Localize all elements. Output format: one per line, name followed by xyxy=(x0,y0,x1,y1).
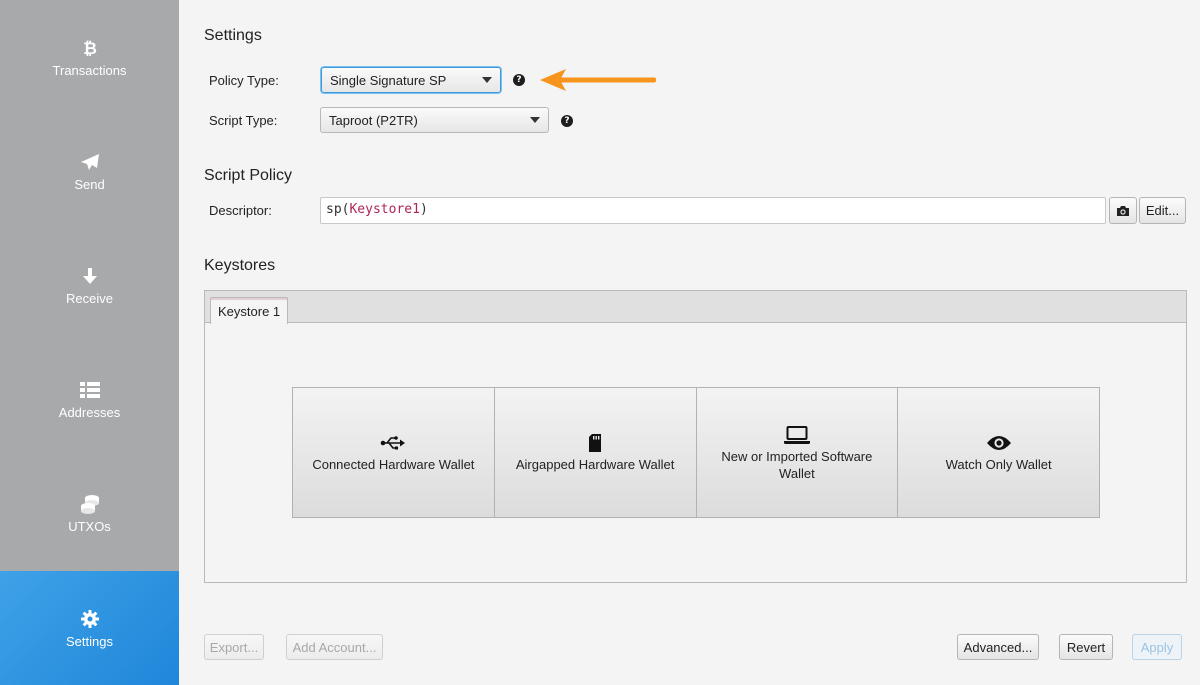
settings-title: Settings xyxy=(204,27,262,44)
sidebar-item-addresses[interactable]: Addresses xyxy=(0,342,179,456)
svg-text:₿: ₿ xyxy=(83,39,97,57)
sidebar-item-label: Receive xyxy=(66,290,113,306)
script-type-value: Taproot (P2TR) xyxy=(329,112,418,128)
camera-button[interactable] xyxy=(1109,197,1137,224)
keystore-import-options: Connected Hardware Wallet Airgapped Hard… xyxy=(292,387,1100,518)
airgapped-hardware-wallet-button[interactable]: Airgapped Hardware Wallet xyxy=(494,388,697,517)
sidebar-item-label: Send xyxy=(74,176,105,192)
edit-descriptor-button[interactable]: Edit... xyxy=(1139,197,1186,224)
keystores-tab-pane: Keystore 1 Connected Hardware Wallet Air… xyxy=(204,290,1187,583)
eye-icon xyxy=(986,432,1012,454)
laptop-icon xyxy=(783,424,810,446)
keystores-title: Keystores xyxy=(204,257,276,274)
tab-keystore-1[interactable]: Keystore 1 xyxy=(210,297,289,324)
connected-hardware-wallet-button[interactable]: Connected Hardware Wallet xyxy=(293,388,495,517)
advanced-button[interactable]: Advanced... xyxy=(957,634,1039,660)
sidebar-item-settings[interactable]: Settings xyxy=(0,571,179,685)
chevron-down-icon xyxy=(482,77,492,83)
policy-type-select[interactable]: Single Signature SP xyxy=(321,67,501,93)
script-policy-title: Script Policy xyxy=(204,167,293,184)
coins-icon xyxy=(78,493,102,515)
export-button[interactable]: Export... xyxy=(204,634,264,660)
descriptor-close: ) xyxy=(419,202,428,217)
paper-plane-icon xyxy=(78,151,102,173)
help-icon[interactable]: ? xyxy=(513,74,525,86)
policy-type-label: Policy Type: xyxy=(209,73,279,88)
keystores-tab-strip: Keystore 1 xyxy=(205,291,1186,324)
descriptor-label: Descriptor: xyxy=(209,203,272,218)
list-icon xyxy=(78,379,102,401)
tab-label: Keystore 1 xyxy=(218,303,281,319)
apply-button[interactable]: Apply xyxy=(1132,634,1182,660)
descriptor-input[interactable]: sp(Keystore1) xyxy=(320,197,1106,224)
import-option-label: Airgapped Hardware Wallet xyxy=(515,457,675,472)
usb-icon xyxy=(380,432,406,454)
import-option-label: Watch Only Wallet xyxy=(945,457,1052,472)
annotation-arrow xyxy=(540,69,656,91)
sidebar-item-send[interactable]: Send xyxy=(0,114,179,228)
bitcoin-icon: ₿ xyxy=(78,37,102,59)
add-account-button[interactable]: Add Account... xyxy=(286,634,383,660)
revert-button[interactable]: Revert xyxy=(1059,634,1113,660)
new-or-imported-software-wallet-button[interactable]: New or Imported Software Wallet xyxy=(696,388,899,517)
help-icon[interactable]: ? xyxy=(561,115,573,127)
sidebar-item-utxos[interactable]: UTXOs xyxy=(0,456,179,570)
arrow-down-icon xyxy=(78,265,102,287)
sd-card-icon xyxy=(588,432,602,454)
watch-only-wallet-button[interactable]: Watch Only Wallet xyxy=(898,388,1099,517)
gear-icon xyxy=(78,608,102,630)
sidebar-item-label: Transactions xyxy=(52,62,127,78)
settings-panel: Settings Policy Type: Single Signature S… xyxy=(179,0,1200,685)
descriptor-function: sp( xyxy=(326,202,350,217)
import-option-label: New or Imported Software Wallet xyxy=(721,448,873,481)
sidebar-item-label: UTXOs xyxy=(68,518,111,534)
chevron-down-icon xyxy=(530,117,540,123)
sidebar-item-receive[interactable]: Receive xyxy=(0,228,179,342)
sidebar-item-label: Addresses xyxy=(58,404,121,420)
script-type-select[interactable]: Taproot (P2TR) xyxy=(320,107,549,133)
script-type-label: Script Type: xyxy=(209,113,278,128)
sidebar-item-transactions[interactable]: ₿ Transactions xyxy=(0,0,179,114)
import-option-label: Connected Hardware Wallet xyxy=(312,457,475,472)
sidebar: ₿ Transactions Send Receive Addresses UT… xyxy=(0,0,179,685)
policy-type-value: Single Signature SP xyxy=(330,72,447,88)
sidebar-item-label: Settings xyxy=(66,633,113,649)
camera-icon xyxy=(1117,205,1129,216)
descriptor-argument: Keystore1 xyxy=(349,202,420,217)
